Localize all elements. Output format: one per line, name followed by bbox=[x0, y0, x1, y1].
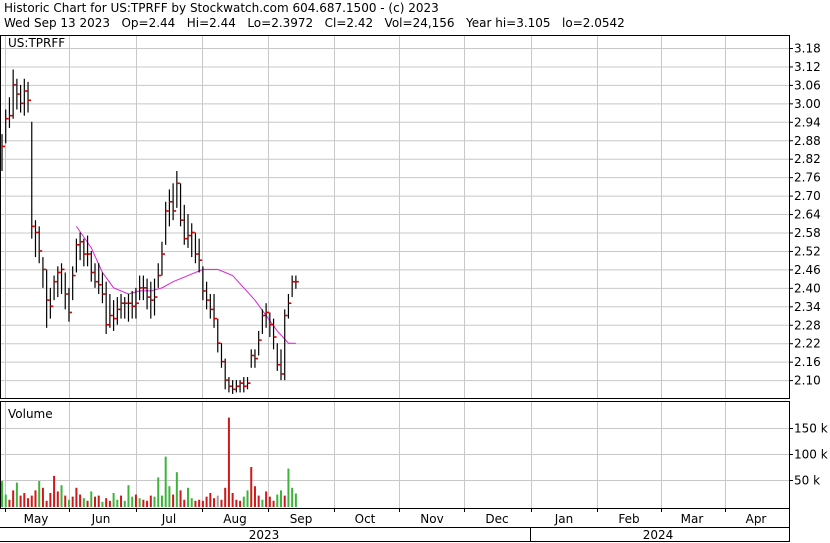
price-tick-label: 2.28 bbox=[794, 318, 821, 332]
price-tick-label: 3.06 bbox=[794, 78, 821, 92]
month-label: Mar bbox=[681, 512, 704, 526]
price-tick-label: 3.00 bbox=[794, 97, 821, 111]
year-label: 2024 bbox=[643, 528, 674, 542]
month-label: Aug bbox=[223, 512, 246, 526]
month-label: Sep bbox=[290, 512, 313, 526]
volume-tick-label: 150 k bbox=[794, 422, 828, 436]
month-label: Dec bbox=[485, 512, 508, 526]
price-tick-label: 2.94 bbox=[794, 115, 821, 129]
month-label: Jan bbox=[554, 512, 574, 526]
price-tick-label: 2.22 bbox=[794, 337, 821, 351]
price-tick-label: 2.82 bbox=[794, 152, 821, 166]
price-panel-label: US:TPRFF bbox=[8, 36, 65, 50]
price-tick-label: 2.64 bbox=[794, 208, 821, 222]
month-label: Jun bbox=[91, 512, 111, 526]
month-label: May bbox=[24, 512, 49, 526]
volume-tick-label: 50 k bbox=[794, 474, 820, 488]
year-label: 2023 bbox=[249, 528, 280, 542]
price-tick-label: 3.18 bbox=[794, 42, 821, 56]
price-tick-label: 2.40 bbox=[794, 281, 821, 295]
volume-tick-label: 100 k bbox=[794, 448, 828, 462]
price-tick-label: 2.58 bbox=[794, 226, 821, 240]
price-tick-label: 2.76 bbox=[794, 171, 821, 185]
price-tick-label: 2.70 bbox=[794, 189, 821, 203]
price-tick-label: 3.12 bbox=[794, 60, 821, 74]
price-tick-label: 2.88 bbox=[794, 134, 821, 148]
month-label: Oct bbox=[355, 512, 376, 526]
month-label: Jul bbox=[161, 512, 176, 526]
volume-panel-label: Volume bbox=[8, 407, 53, 421]
price-tick-label: 2.52 bbox=[794, 244, 821, 258]
chart-svg: US:TPRFF Volume 3.18 3.12 3.06 3.00 2.94 2.88… bbox=[0, 35, 828, 542]
price-tick-label: 2.10 bbox=[794, 374, 821, 388]
month-label: Apr bbox=[746, 512, 767, 526]
price-tick-label: 2.34 bbox=[794, 300, 821, 314]
month-label: Nov bbox=[420, 512, 443, 526]
price-tick-label: 2.46 bbox=[794, 263, 821, 277]
price-tick-label: 2.16 bbox=[794, 355, 821, 369]
stock-chart: Historic Chart for US:TPRFF by Stockwatc… bbox=[0, 0, 830, 543]
month-label: Feb bbox=[618, 512, 639, 526]
